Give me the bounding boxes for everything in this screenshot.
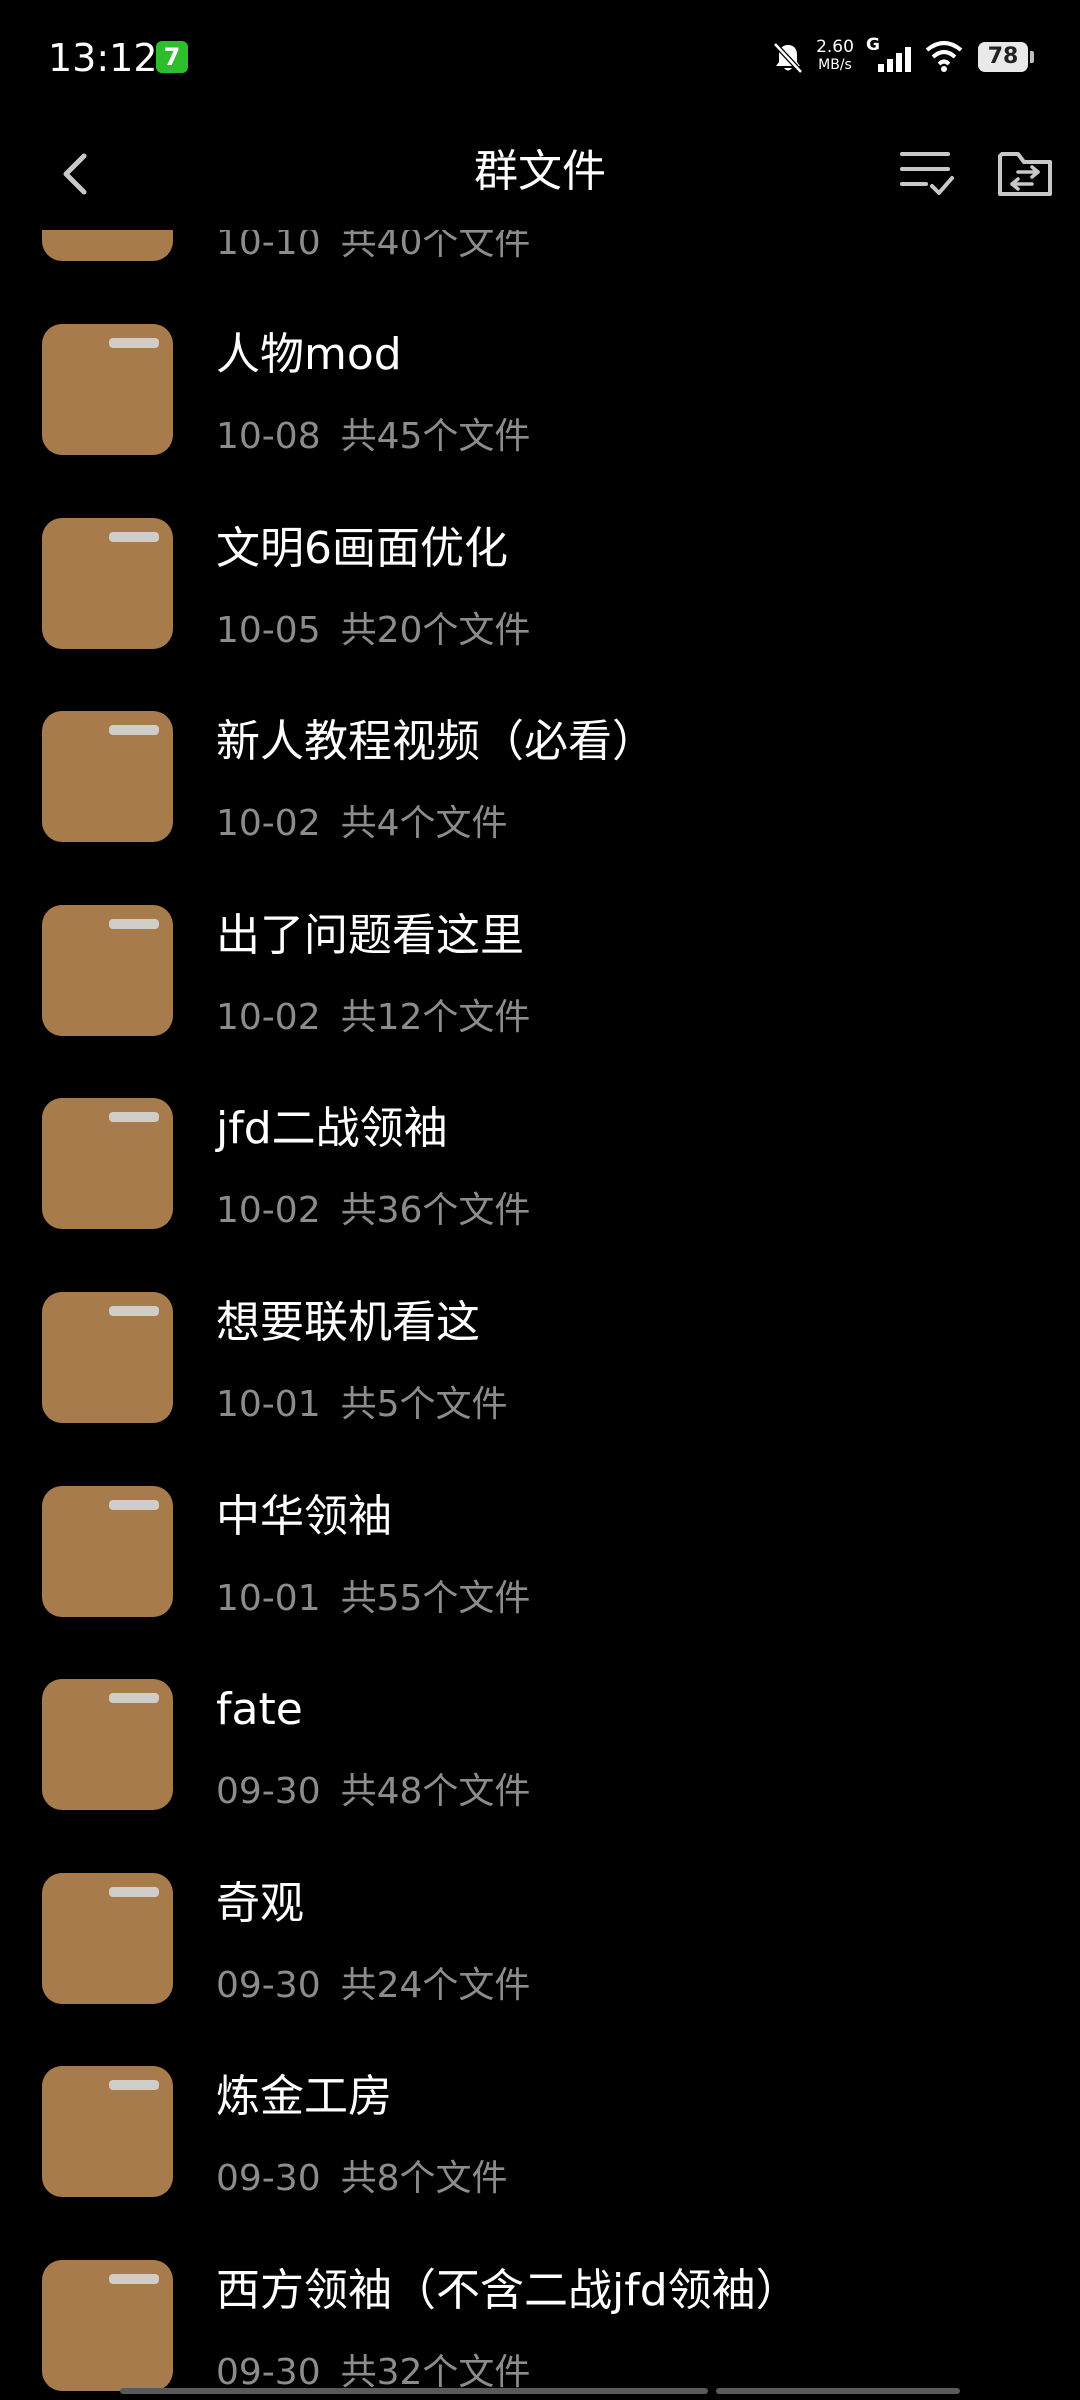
folder-icon	[42, 2066, 173, 2198]
folder-row[interactable]: fate 09-30 共48个文件	[0, 1663, 1080, 1857]
folder-count: 共20个文件	[340, 609, 531, 651]
folder-date: 10-10	[216, 230, 321, 263]
folder-date: 10-01	[216, 1577, 321, 1619]
folder-count: 共48个文件	[340, 1771, 531, 1813]
folder-name: 奇观	[216, 1877, 304, 1929]
folder-row[interactable]: 文明6画面优化 10-05 共20个文件	[0, 502, 1080, 696]
title-bar: 群文件	[0, 118, 1080, 230]
folder-count: 共40个文件	[340, 230, 531, 263]
folder-count: 共36个文件	[340, 1190, 531, 1232]
folder-row[interactable]: 新人教程视频（必看） 10-02 共4个文件	[0, 695, 1080, 889]
folder-row[interactable]: 西方领袖（不含二战jfd领袖） 09-30 共32个文件	[0, 2244, 1080, 2400]
cell-signal-icon	[878, 47, 911, 72]
folder-name: 出了问题看这里	[216, 909, 524, 961]
folder-date: 10-02	[216, 803, 321, 845]
app-notification-icon: 7	[156, 41, 188, 73]
scroll-indicator	[120, 2388, 708, 2394]
folder-count: 共55个文件	[340, 1577, 531, 1619]
folder-date: 09-30	[216, 2352, 321, 2393]
folder-icon	[42, 230, 173, 261]
folder-count: 共8个文件	[340, 2158, 508, 2200]
folder-row[interactable]: 中华领袖 10-01 共55个文件	[0, 1470, 1080, 1664]
folder-date: 10-08	[216, 416, 321, 457]
status-time: 13:12	[48, 36, 158, 80]
checklist-icon[interactable]	[890, 134, 960, 210]
wifi-icon	[925, 41, 963, 72]
folder-icon	[42, 711, 173, 843]
battery-tip	[1030, 51, 1034, 63]
folder-name: 中华领袖	[216, 1490, 392, 1542]
folder-date: 10-02	[216, 1190, 321, 1232]
folder-meta: 10-10 共40个文件	[216, 230, 530, 267]
speed-value: 2.60	[816, 37, 854, 57]
folder-icon	[42, 1679, 173, 1811]
folder-row[interactable]: 奇观 09-30 共24个文件	[0, 1857, 1080, 2051]
folder-meta: 10-05 共20个文件	[216, 607, 530, 655]
scroll-indicator	[716, 2388, 960, 2394]
folder-icon	[42, 2260, 173, 2391]
folder-icon	[42, 904, 173, 1036]
folder-name: jfd二战领袖	[216, 1103, 448, 1155]
folder-name: 西方领袖（不含二战jfd领袖）	[216, 2265, 800, 2316]
folder-date: 10-05	[216, 609, 321, 651]
folder-meta: 10-02 共4个文件	[216, 800, 508, 848]
folder-icon	[42, 1485, 173, 1617]
folder-row[interactable]: 10-10 共40个文件	[0, 230, 1080, 308]
folder-name: fate	[216, 1684, 303, 1736]
folder-icon	[42, 1292, 173, 1423]
folder-date: 10-02	[216, 996, 321, 1038]
folder-meta: 09-30 共24个文件	[216, 1962, 530, 2010]
folder-count: 共24个文件	[340, 1964, 531, 2006]
folder-switch-icon[interactable]	[990, 134, 1060, 210]
bell-muted-icon	[773, 42, 803, 74]
folder-icon	[42, 517, 173, 649]
folder-row[interactable]: 想要联机看这 10-01 共5个文件	[0, 1276, 1080, 1470]
folder-name: 想要联机看这	[216, 1297, 480, 1348]
folder-meta: 09-30 共8个文件	[216, 2155, 508, 2203]
status-bar: 13:12 7 2.60 MB/s G 78	[0, 0, 1080, 118]
folder-meta: 10-08 共45个文件	[216, 413, 530, 461]
folder-date: 10-01	[216, 1384, 321, 1425]
folder-list[interactable]: 10-10 共40个文件 人物mod 10-08 共45个文件 文明6画面优化 10…	[0, 230, 1080, 2400]
folder-meta: 10-01 共5个文件	[216, 1381, 508, 1429]
battery-icon: 78	[978, 42, 1028, 72]
folder-icon	[42, 1098, 173, 1230]
folder-icon	[42, 1872, 173, 2004]
folder-meta: 10-01 共55个文件	[216, 1575, 530, 1623]
folder-count: 共32个文件	[340, 2352, 531, 2393]
folder-icon	[42, 324, 173, 455]
folder-row[interactable]: 炼金工房 09-30 共8个文件	[0, 2050, 1080, 2244]
folder-row[interactable]: 出了问题看这里 10-02 共12个文件	[0, 889, 1080, 1083]
folder-date: 09-30	[216, 1771, 321, 1813]
folder-count: 共5个文件	[340, 1384, 508, 1425]
folder-row[interactable]: 人物mod 10-08 共45个文件	[0, 308, 1080, 502]
folder-count: 共45个文件	[340, 416, 531, 457]
folder-meta: 10-02 共36个文件	[216, 1187, 530, 1235]
folder-count: 共12个文件	[340, 996, 531, 1038]
folder-row[interactable]: jfd二战领袖 10-02 共36个文件	[0, 1082, 1080, 1276]
folder-count: 共4个文件	[340, 803, 508, 845]
speed-unit: MB/s	[818, 57, 852, 73]
folder-meta: 10-02 共12个文件	[216, 994, 530, 1042]
folder-name: 文明6画面优化	[216, 522, 508, 574]
folder-name: 新人教程视频（必看）	[216, 716, 656, 768]
folder-name: 人物mod	[216, 329, 402, 380]
folder-meta: 09-30 共48个文件	[216, 1768, 530, 1816]
folder-date: 09-30	[216, 1964, 321, 2006]
network-speed: 2.60 MB/s	[812, 38, 858, 74]
folder-name: 炼金工房	[216, 2071, 392, 2123]
folder-date: 09-30	[216, 2158, 321, 2200]
